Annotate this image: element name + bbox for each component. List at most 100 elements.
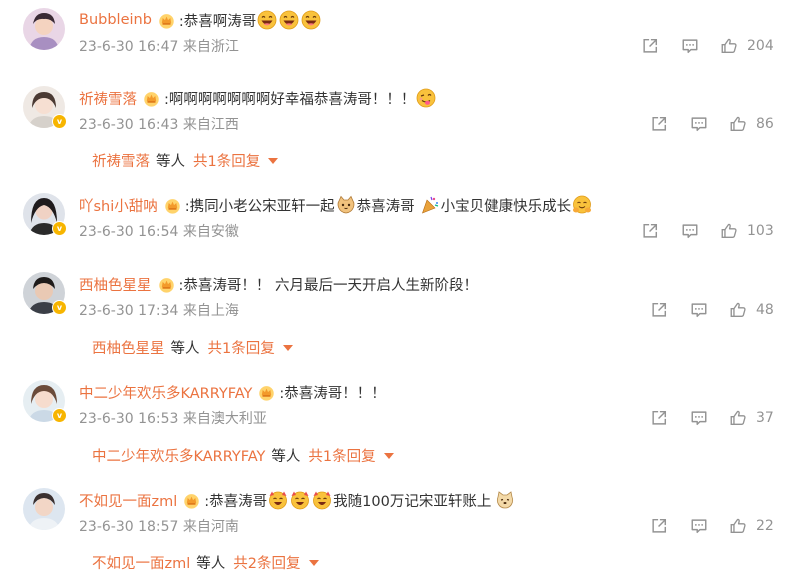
share-icon[interactable] (641, 222, 659, 240)
comment-text: 我随100万记宋亚轩账上 (333, 493, 492, 510)
location: 来自上海 (182, 303, 239, 319)
crown-badge-icon (143, 90, 160, 107)
username-link[interactable]: 西柚色星星 (79, 274, 152, 295)
view-replies-link[interactable]: 共2条回复 (233, 552, 300, 573)
timestamp: 23-6-30 18:57 (79, 519, 183, 535)
thumbs-up-icon[interactable] (729, 517, 747, 535)
comment-text: :啊啊啊啊啊啊啊好幸福恭喜涛哥！！！ (164, 91, 416, 108)
comment-meta: 23-6-30 16:54 来自安徽 (79, 221, 239, 241)
crown-badge-icon (164, 197, 181, 214)
like-count: 204 (747, 38, 774, 54)
timestamp: 23-6-30 16:53 (79, 411, 183, 427)
hug-emoji-icon (572, 195, 592, 215)
crown-badge-icon (183, 492, 200, 509)
thumbs-up-icon[interactable] (729, 301, 747, 319)
thumbs-up-icon[interactable] (720, 37, 738, 55)
reply-others-label: 等人 (156, 154, 185, 170)
thumbs-up-icon[interactable] (729, 409, 747, 427)
comment-text: 小宝贝健康快乐成长 (440, 198, 572, 215)
verified-badge-icon: v (52, 221, 67, 236)
timestamp: 23-6-30 17:34 (79, 303, 183, 319)
username-link[interactable]: 不如见一面zml (79, 490, 177, 511)
location: 来自浙江 (182, 39, 239, 55)
comment-icon[interactable] (690, 517, 708, 535)
timestamp: 23-6-30 16:43 (79, 117, 183, 133)
like-count: 48 (756, 302, 774, 318)
view-replies-link[interactable]: 共1条回复 (208, 337, 275, 358)
view-replies-link[interactable]: 共1条回复 (193, 150, 260, 171)
reply-summary[interactable]: 中二少年欢乐多KARRYFAY 等人 共1条回复 (92, 445, 394, 466)
comment-meta: 23-6-30 18:57 来自河南 (79, 516, 239, 536)
reply-username[interactable]: 祈祷雪落 (92, 150, 150, 171)
thumbs-up-icon[interactable] (720, 222, 738, 240)
cheer-emoji-icon (312, 490, 332, 510)
crown-badge-icon (158, 12, 175, 29)
avatar[interactable] (23, 8, 65, 50)
comment-text: :恭喜涛哥！！ 六月最后一天开启人生新阶段！ (178, 277, 479, 294)
chevron-down-icon[interactable] (282, 344, 293, 351)
comment-meta: 23-6-30 16:47 来自浙江 (79, 36, 239, 56)
comment-text: 恭喜涛哥 (356, 198, 415, 215)
share-icon[interactable] (650, 517, 668, 535)
cat-emoji-icon (336, 195, 356, 215)
location: 来自澳大利亚 (182, 411, 267, 427)
reply-others-label: 等人 (271, 449, 301, 465)
comment-meta: 23-6-30 16:53 来自澳大利亚 (79, 408, 267, 428)
party-popper-emoji-icon (420, 195, 440, 215)
tongue-wink-emoji-icon (416, 88, 436, 108)
like-count: 22 (756, 518, 774, 534)
username-link[interactable]: Bubbleinb (79, 12, 152, 28)
username-link[interactable]: 吖shi小甜呐 (79, 195, 158, 216)
comment-icon[interactable] (690, 115, 708, 133)
crown-badge-icon (158, 276, 175, 293)
verified-badge-icon: v (52, 408, 67, 423)
comment-meta: 23-6-30 17:34 来自上海 (79, 300, 239, 320)
laugh-emoji-icon (279, 10, 299, 30)
location: 来自河南 (182, 519, 239, 535)
reply-summary[interactable]: 祈祷雪落 等人 共1条回复 (92, 150, 279, 171)
chevron-down-icon[interactable] (268, 157, 279, 164)
crown-badge-icon (258, 384, 275, 401)
laugh-emoji-icon (301, 10, 321, 30)
share-icon[interactable] (650, 301, 668, 319)
timestamp: 23-6-30 16:54 (79, 224, 183, 240)
username-link[interactable]: 祈祷雪落 (79, 88, 137, 109)
timestamp: 23-6-30 16:47 (79, 39, 183, 55)
reply-username[interactable]: 中二少年欢乐多KARRYFAY (92, 445, 265, 466)
verified-badge-icon: v (52, 300, 67, 315)
comment-icon[interactable] (690, 301, 708, 319)
doge-emoji-icon (495, 490, 515, 510)
cheer-emoji-icon (268, 490, 288, 510)
share-icon[interactable] (641, 37, 659, 55)
avatar[interactable] (23, 488, 65, 530)
comment-text: :携同小老公宋亚轩一起 (184, 198, 335, 215)
location: 来自江西 (182, 117, 239, 133)
cheer-emoji-icon (290, 490, 310, 510)
view-replies-link[interactable]: 共1条回复 (308, 445, 375, 466)
reply-username[interactable]: 西柚色星星 (92, 337, 165, 358)
share-icon[interactable] (650, 409, 668, 427)
username-link[interactable]: 中二少年欢乐多KARRYFAY (79, 382, 252, 403)
laugh-emoji-icon (257, 10, 277, 30)
comment-text: :恭喜涛哥！！！ (279, 385, 386, 402)
share-icon[interactable] (650, 115, 668, 133)
comment-icon[interactable] (681, 222, 699, 240)
thumbs-up-icon[interactable] (729, 115, 747, 133)
location: 来自安徽 (182, 224, 239, 240)
like-count: 86 (756, 116, 774, 132)
reply-username[interactable]: 不如见一面zml (92, 552, 190, 573)
reply-summary[interactable]: 西柚色星星 等人 共1条回复 (92, 337, 293, 358)
comment-text: :恭喜涛哥 (204, 493, 268, 510)
chevron-down-icon[interactable] (308, 559, 319, 566)
chevron-down-icon[interactable] (383, 452, 394, 459)
like-count: 37 (756, 410, 774, 426)
comment-meta: 23-6-30 16:43 来自江西 (79, 114, 239, 134)
comment-icon[interactable] (690, 409, 708, 427)
reply-others-label: 等人 (196, 556, 226, 572)
like-count: 103 (747, 223, 774, 239)
comment-text: :恭喜啊涛哥 (178, 13, 257, 30)
verified-badge-icon: v (52, 114, 67, 129)
reply-summary[interactable]: 不如见一面zml 等人 共2条回复 (92, 552, 319, 573)
reply-others-label: 等人 (170, 341, 200, 357)
comment-icon[interactable] (681, 37, 699, 55)
